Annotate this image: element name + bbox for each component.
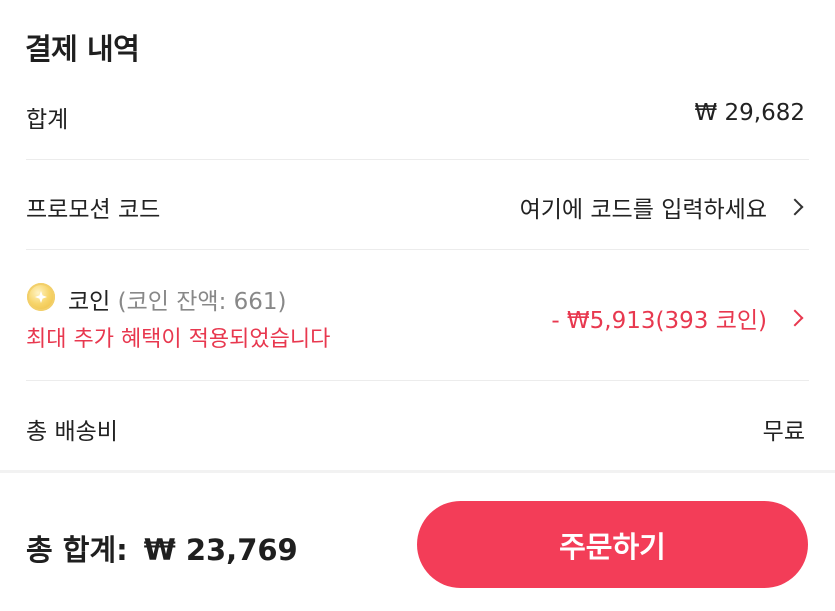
grand-total-amount: ₩ 23,769 (143, 533, 298, 567)
coin-discount-amount: - ₩5,913(393 코인) (551, 308, 767, 334)
chevron-right-icon (786, 309, 804, 327)
coin-balance: (코인 잔액: 661) (117, 289, 287, 315)
grand-total: 총 합계: ₩ 23,769 (26, 527, 298, 569)
coin-label: 코인 (코인 잔액: 661) (68, 282, 287, 316)
coin-icon (27, 283, 55, 311)
subtotal-label: 합계 (26, 107, 69, 133)
shipping-value: 무료 (762, 419, 805, 445)
coin-benefit-notice: 최대 추가 혜택이 적용되었습니다 (26, 327, 331, 352)
divider (26, 159, 809, 160)
checkout-bar: 총 합계: ₩ 23,769 주문하기 (0, 470, 835, 611)
promo-code-placeholder: 여기에 코드를 입력하세요 (519, 197, 767, 223)
coin-discount[interactable]: - ₩5,913(393 코인) (551, 301, 805, 335)
promo-code-label: 프로모션 코드 (26, 197, 161, 223)
grand-total-label: 총 합계: (26, 533, 128, 567)
section-title: 결제 내역 (25, 32, 140, 66)
divider (26, 380, 809, 381)
coin-title: 코인 (68, 289, 111, 315)
shipping-label: 총 배송비 (26, 419, 118, 445)
subtotal-value: ₩ 29,682 (694, 100, 805, 126)
order-button[interactable]: 주문하기 (417, 501, 808, 588)
divider (26, 249, 809, 250)
chevron-right-icon (786, 198, 804, 216)
promo-code-field[interactable]: 여기에 코드를 입력하세요 (520, 190, 805, 224)
